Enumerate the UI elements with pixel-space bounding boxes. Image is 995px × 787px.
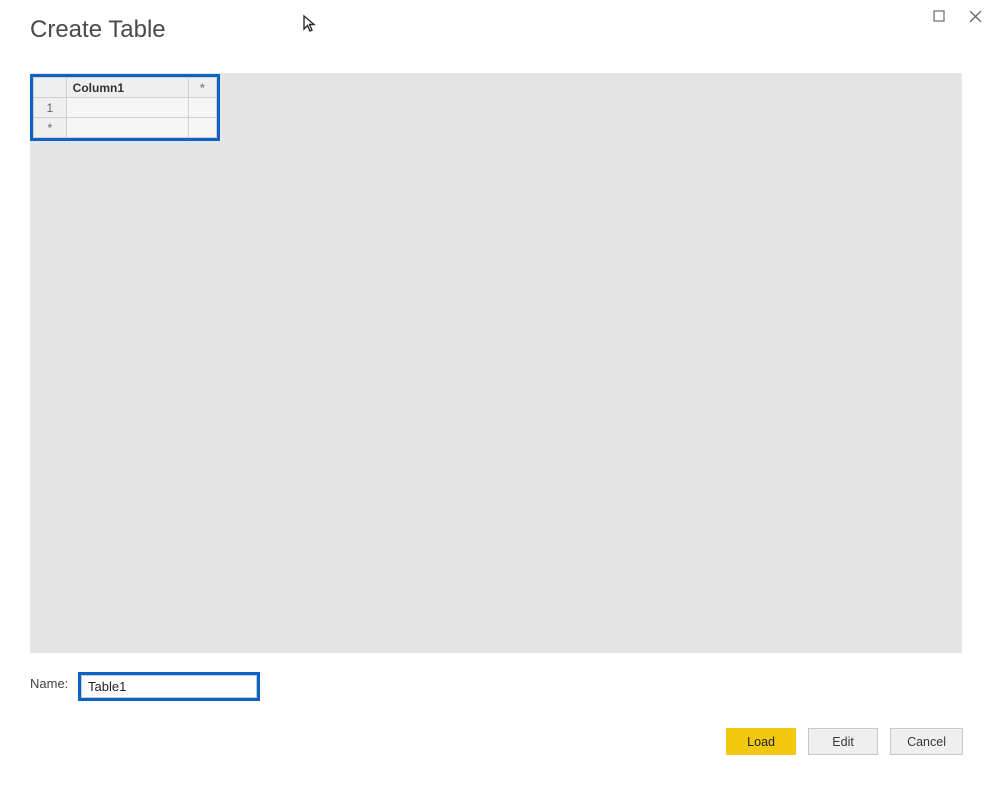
button-bar: Load Edit Cancel [726,728,963,755]
edit-button[interactable]: Edit [808,728,878,755]
window-close-button[interactable] [963,4,987,28]
close-icon [969,10,982,23]
name-label: Name: [30,676,68,691]
name-input-frame [78,672,260,701]
table-cell[interactable] [188,118,216,138]
table-cell[interactable] [66,98,188,118]
cursor-icon [302,14,318,39]
data-entry-table[interactable]: Column1 * 1 * [30,74,220,141]
cancel-button[interactable]: Cancel [890,728,963,755]
table-corner-cell[interactable] [34,78,67,98]
column-header[interactable]: Column1 [66,78,188,98]
row-header[interactable]: 1 [34,98,67,118]
maximize-icon [933,10,945,22]
grid-entry-area[interactable] [30,73,962,653]
load-button[interactable]: Load [726,728,796,755]
row-header-new[interactable]: * [34,118,67,138]
dialog-title: Create Table [30,16,166,44]
table-cell[interactable] [66,118,188,138]
window-titlebar [919,0,995,32]
window-maximize-button[interactable] [927,4,951,28]
table-name-input[interactable] [81,675,257,698]
add-column-header[interactable]: * [188,78,216,98]
table-cell[interactable] [188,98,216,118]
